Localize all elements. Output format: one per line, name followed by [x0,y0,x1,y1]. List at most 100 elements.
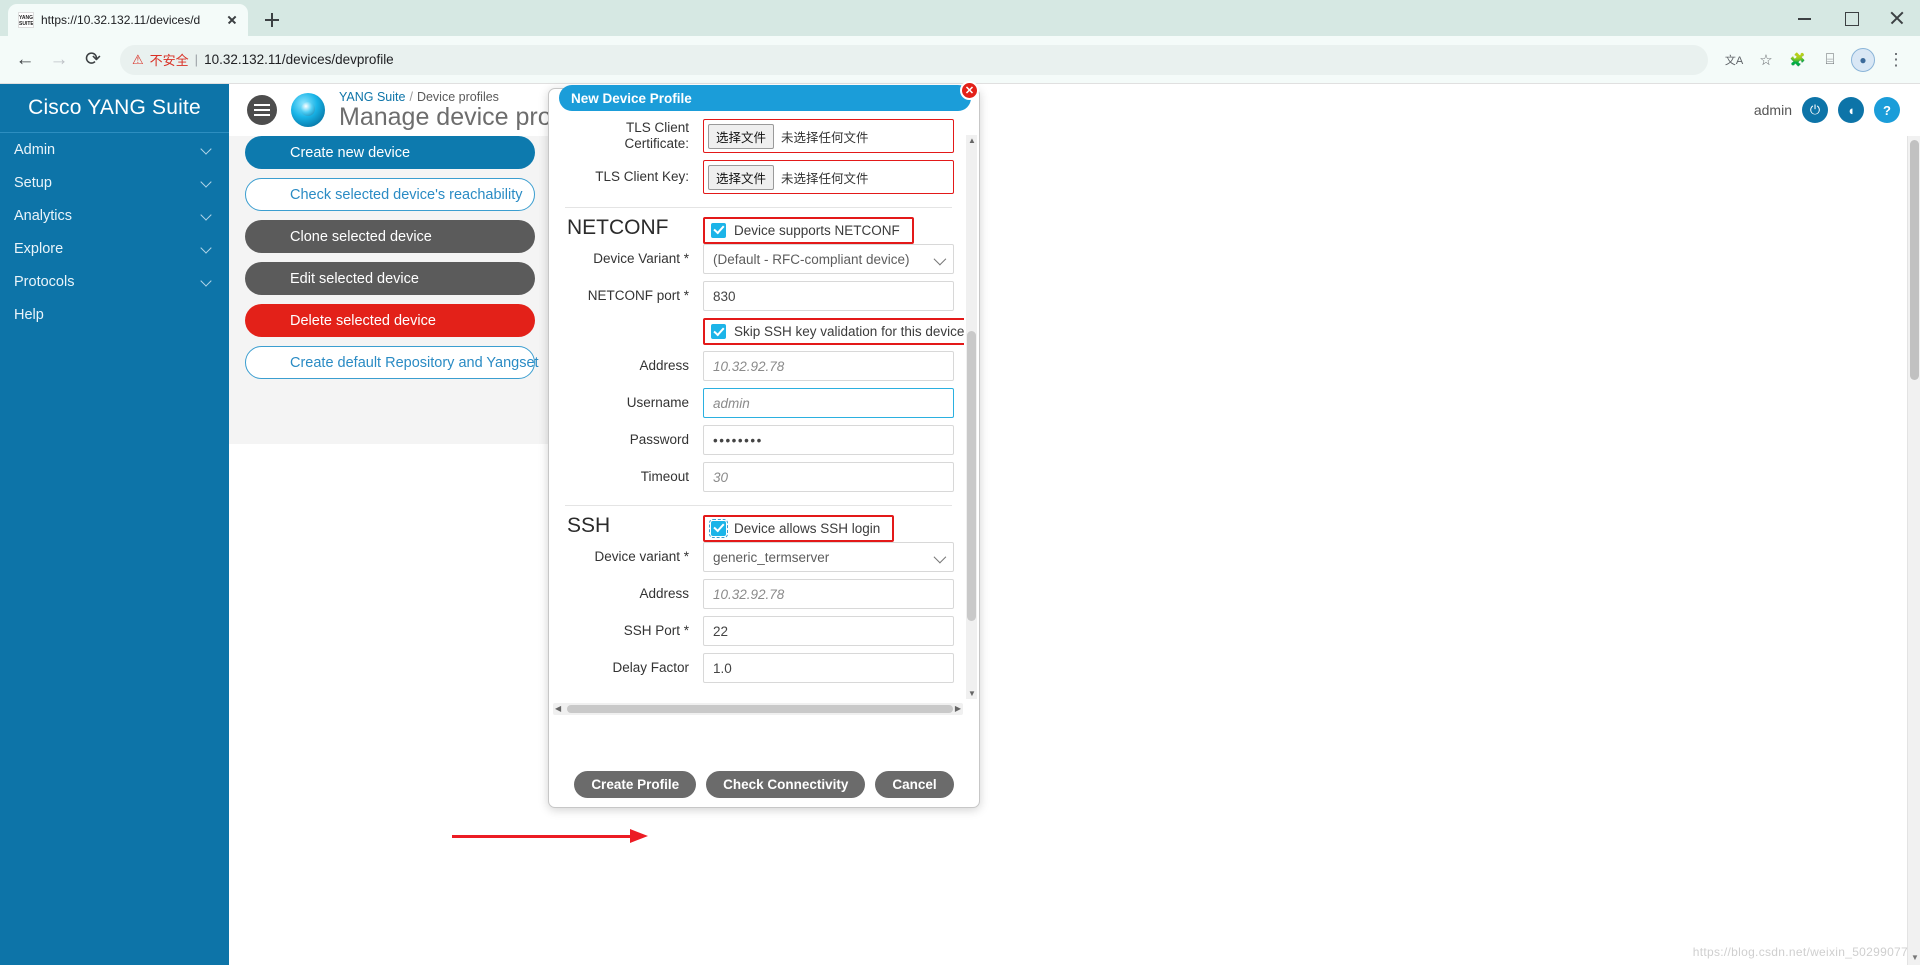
device-supports-netconf-checkbox[interactable] [711,222,726,238]
sidebar-item-label: Help [14,306,44,323]
netconf-device-variant-label: Device Variant * [593,251,689,266]
browser-tab[interactable]: YANG SUITE https://10.32.132.11/devices/d [8,4,248,36]
profile-avatar[interactable]: ● [1851,47,1875,72]
device-allows-ssh-checkbox[interactable] [708,518,729,538]
forward-icon[interactable]: → [44,45,74,75]
choose-file-button[interactable]: 选择文件 [708,164,775,190]
netconf-username-input[interactable]: admin [703,388,954,418]
ssh-section-title: SSH [567,514,611,537]
netconf-port-input[interactable]: 830 [703,281,954,311]
menu-hamburger-icon[interactable] [247,95,277,125]
create-new-device-button[interactable]: Create new device [245,136,535,169]
ssh-port-row: SSH Port * 22 [563,616,954,646]
dialog-vscroll-thumb[interactable] [967,331,976,621]
dialog-footer: Create Profile Check Connectivity Cancel [549,761,979,807]
page-scrollbar[interactable]: ▲ ▼ [1907,136,1920,965]
check-reachability-button[interactable]: Check selected device's reachability [245,178,535,211]
sidebar-item-label: Setup [14,174,52,191]
netconf-supports-highlight: Device supports NETCONF [703,216,914,244]
scroll-down-arrow-icon[interactable]: ▼ [1911,953,1919,962]
netconf-device-variant-select[interactable]: (Default - RFC-compliant device) [703,244,954,274]
sidebar-item-explore[interactable]: Explore [0,232,229,265]
breadcrumb-root-link[interactable]: YANG Suite [339,90,405,104]
delete-selected-device-button[interactable]: Delete selected device [245,304,535,337]
not-secure-label: 不安全 [149,53,189,68]
scroll-left-arrow-icon[interactable]: ◀ [555,704,561,713]
window-controls [1782,0,1920,36]
sidebar-item-setup[interactable]: Setup [0,166,229,199]
dialog-horizontal-scrollbar[interactable]: ◀ ▶ [553,703,963,715]
dialog-vertical-scrollbar[interactable]: ▲ ▼ [966,135,977,699]
ssh-delay-factor-label: Delay Factor [612,660,689,675]
netconf-password-label: Password [629,432,689,447]
edit-selected-device-button[interactable]: Edit selected device [245,262,535,295]
ssh-delay-factor-input[interactable]: 1.0 [703,653,954,683]
ssh-device-variant-label: Device variant * [594,549,689,564]
translate-icon[interactable]: 文A [1720,46,1748,74]
dialog-hscroll-thumb[interactable] [567,705,953,713]
reading-list-icon[interactable]: ⌸ [1816,46,1844,74]
device-allows-ssh-label: Device allows SSH login [734,520,881,536]
feedback-icon[interactable]: ◖ [1838,97,1864,123]
create-default-repo-button[interactable]: Create default Repository and Yangset [245,346,539,379]
chevron-down-icon [933,550,947,564]
netconf-password-input[interactable]: •••••••• [703,425,954,455]
form-label-spacer [563,318,703,345]
extensions-icon[interactable]: 🧩 [1784,46,1812,74]
scroll-up-arrow-icon[interactable]: ▲ [968,136,976,145]
maximize-window-icon[interactable] [1828,0,1874,36]
omnibox-separator: | [194,52,199,67]
choose-file-button[interactable]: 选择文件 [708,123,775,149]
sidebar-item-analytics[interactable]: Analytics [0,199,229,232]
ssh-device-variant-row: Device variant * generic_termserver [563,542,954,572]
ssh-address-input[interactable]: 10.32.92.78 [703,579,954,609]
close-window-icon[interactable] [1874,0,1920,36]
logout-icon[interactable]: ⏻ [1802,97,1828,123]
not-secure-warning-icon: ⚠ [132,51,144,67]
netconf-section-header: NETCONF Device supports NETCONF [563,216,954,244]
skip-ssh-validation-highlight: Skip SSH key validation for this device [703,318,964,345]
skip-ssh-key-validation-checkbox[interactable] [711,324,726,339]
close-tab-icon[interactable] [224,12,240,28]
help-icon[interactable]: ? [1874,97,1900,123]
tls-key-file-input[interactable]: 选择文件 未选择任何文件 [703,160,954,194]
chevron-down-icon [201,210,213,222]
ssh-port-input[interactable]: 22 [703,616,954,646]
breadcrumb-current: Device profiles [416,89,499,104]
clone-selected-device-button[interactable]: Clone selected device [245,220,535,253]
netconf-section-title: NETCONF [567,216,669,239]
create-profile-button[interactable]: Create Profile [574,770,697,798]
reload-icon[interactable]: ⟳ [78,45,108,75]
page-scroll-thumb[interactable] [1910,140,1919,380]
dialog-form: TLS Client Certificate: 选择文件 未选择任何文件 TLS… [549,111,964,747]
file-status-label: 未选择任何文件 [781,171,869,186]
cancel-button[interactable]: Cancel [875,770,954,798]
netconf-address-label: Address [639,358,689,373]
scroll-down-arrow-icon[interactable]: ▼ [968,689,976,698]
new-device-profile-dialog: New Device Profile ✕ TLS Client Certific… [548,81,980,808]
scroll-right-arrow-icon[interactable]: ▶ [955,704,961,713]
chevron-down-icon [201,276,213,288]
netconf-address-input[interactable]: 10.32.92.78 [703,351,954,381]
current-user-label: admin [1753,102,1792,118]
tls-cert-row: TLS Client Certificate: 选择文件 未选择任何文件 [563,119,954,153]
browser-menu-icon[interactable]: ⋮ [1882,46,1910,74]
minimize-window-icon[interactable] [1782,0,1828,36]
sidebar-item-protocols[interactable]: Protocols [0,265,229,298]
tls-cert-file-input[interactable]: 选择文件 未选择任何文件 [703,119,954,153]
bookmark-star-icon[interactable]: ☆ [1752,46,1780,74]
sidebar-item-help[interactable]: Help [0,298,229,331]
ssh-device-variant-value: generic_termserver [713,549,830,565]
netconf-timeout-input[interactable]: 30 [703,462,954,492]
check-connectivity-button[interactable]: Check Connectivity [706,770,866,798]
chevron-down-icon [201,144,213,156]
new-tab-button[interactable] [258,6,286,34]
close-dialog-icon[interactable]: ✕ [960,81,979,100]
ssh-device-variant-select[interactable]: generic_termserver [703,542,954,572]
netconf-address-row: Address 10.32.92.78 [563,351,954,381]
back-icon[interactable]: ← [10,45,40,75]
netconf-username-label: Username [626,395,689,410]
address-bar[interactable]: ⚠ 不安全 | 10.32.132.11/devices/devprofile [120,44,1708,75]
sidebar-item-admin[interactable]: Admin [0,133,229,166]
ssh-section-header: SSH Device allows SSH login [563,514,954,542]
